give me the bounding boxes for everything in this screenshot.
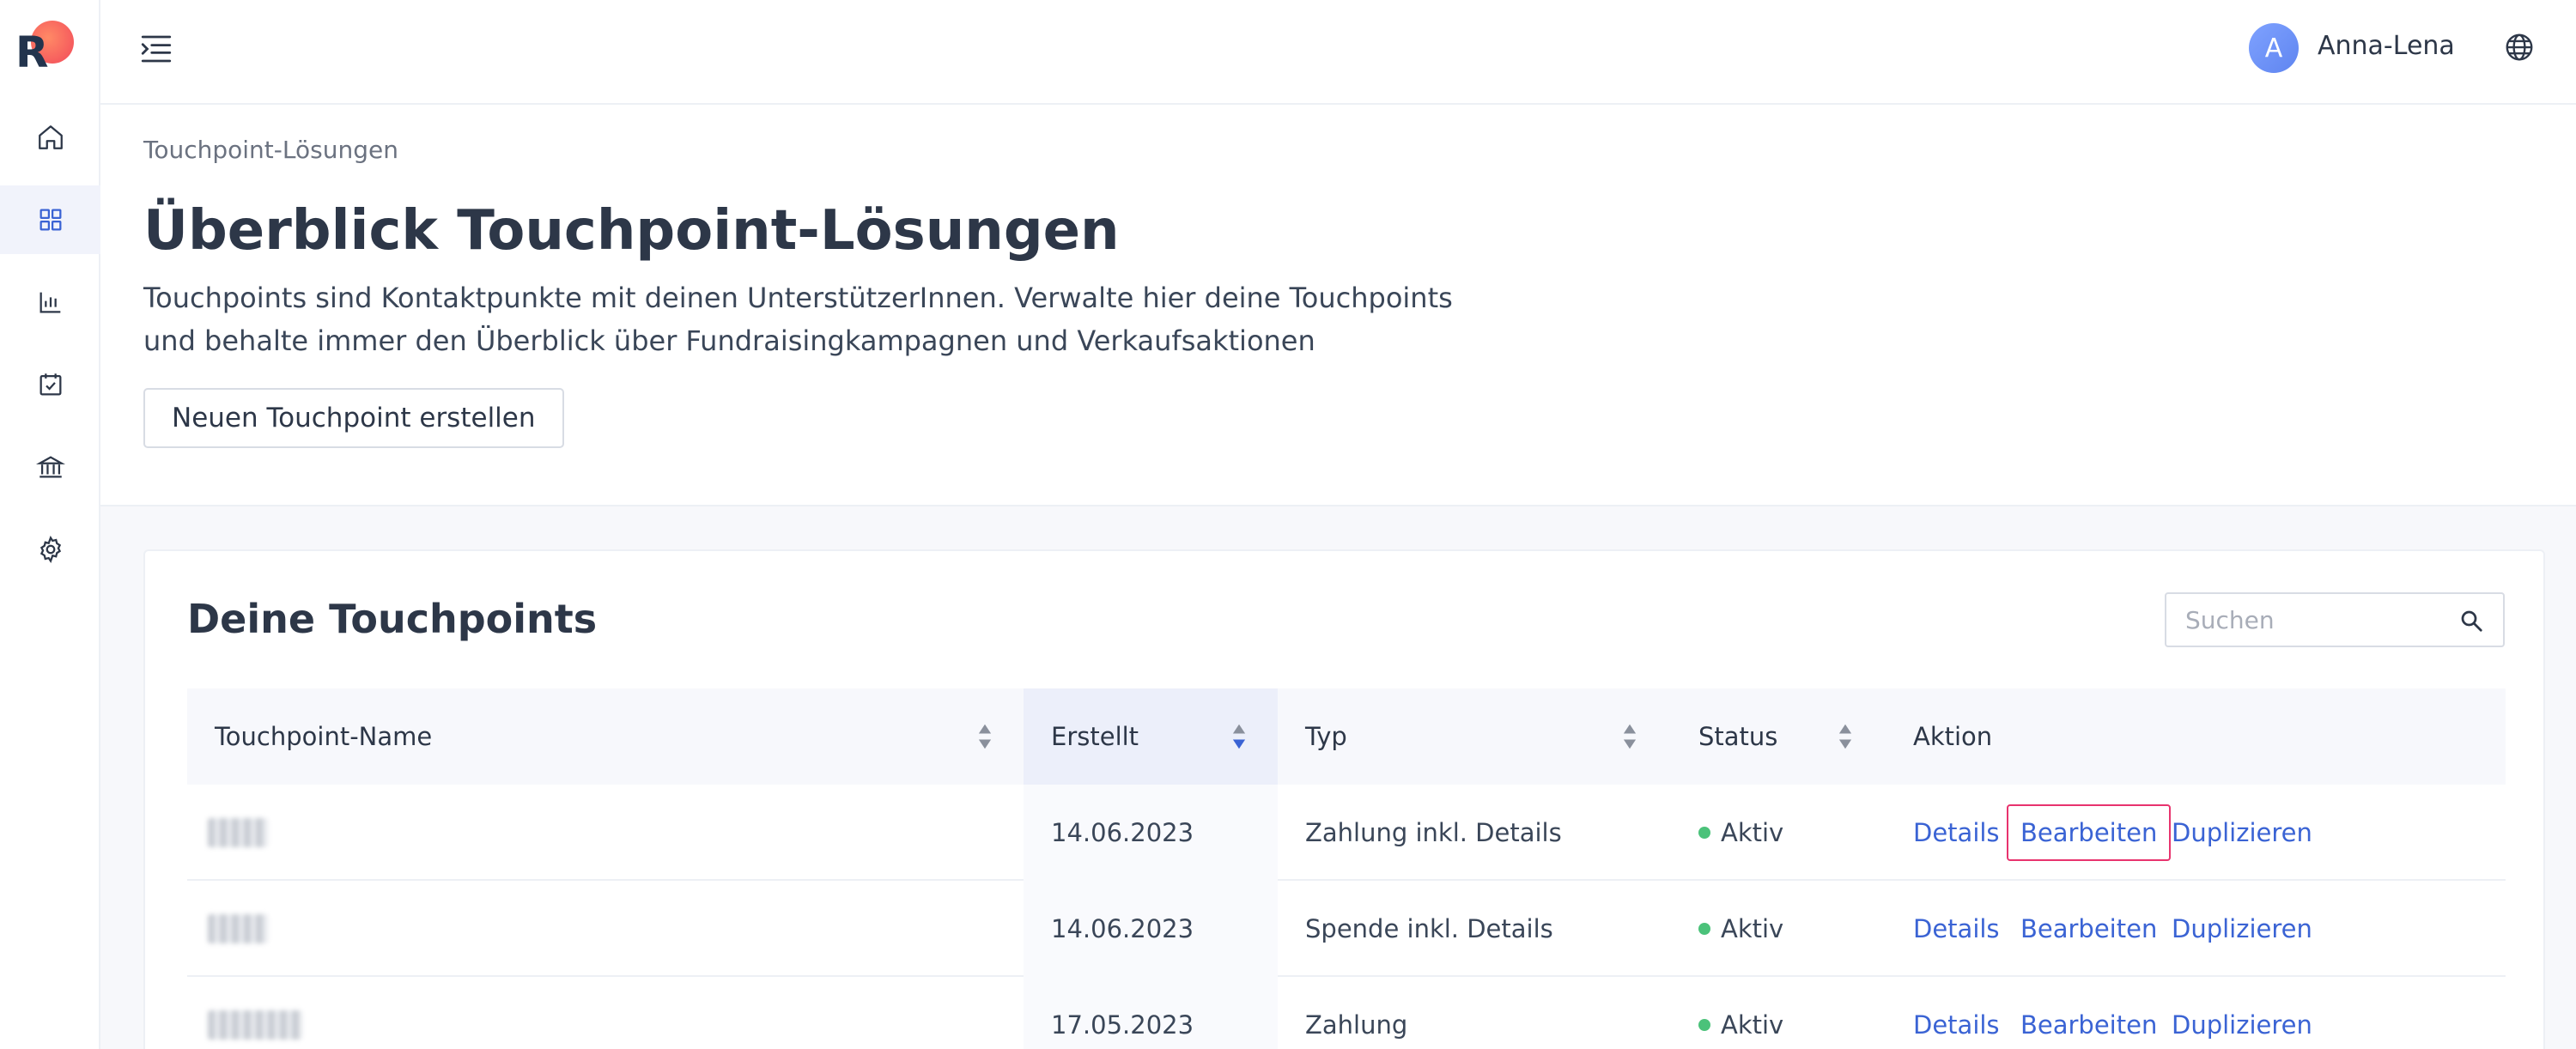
sidebar-item-touchpoints[interactable] — [0, 185, 100, 254]
calendar-check-icon — [39, 373, 61, 396]
duplicate-link[interactable]: Duplizieren — [2172, 1010, 2312, 1040]
duplicate-link-cell: Duplizieren — [2172, 977, 2312, 1049]
touchpoint-name-cell[interactable] — [208, 785, 268, 881]
column-header-action: Aktion — [1913, 722, 1993, 751]
grid-icon — [39, 209, 61, 231]
bar-chart-icon — [39, 292, 60, 313]
column-header-status[interactable]: Status — [1671, 688, 1886, 785]
avatar[interactable]: A — [2249, 23, 2299, 73]
sidebar-item-home[interactable] — [0, 103, 100, 172]
status-dot — [1698, 827, 1710, 839]
edit-link-cell: Bearbeiten — [2006, 785, 2172, 881]
search-input[interactable] — [2166, 594, 2458, 646]
status-dot — [1698, 1019, 1710, 1031]
table-row: 14.06.2023 Spende inkl. Details Aktiv De… — [187, 881, 2506, 977]
search-icon[interactable] — [2458, 608, 2484, 634]
new-touchpoint-button[interactable]: Neuen Touchpoint erstellen — [143, 388, 564, 448]
edit-link-cell: Bearbeiten — [2020, 881, 2157, 977]
column-header-type[interactable]: Typ — [1278, 688, 1671, 785]
status-cell: Aktiv — [1698, 881, 1783, 977]
sidebar-item-tasks[interactable] — [0, 350, 100, 419]
search-box — [2165, 592, 2505, 647]
card-title: Deine Touchpoints — [187, 596, 598, 642]
created-cell: 14.06.2023 — [1051, 914, 1194, 943]
redacted-name — [208, 914, 268, 943]
status-cell: Aktiv — [1698, 977, 1783, 1049]
touchpoint-name-cell[interactable] — [208, 881, 268, 977]
sort-icon[interactable] — [1838, 723, 1853, 750]
page-header: Touchpoint-Lösungen Überblick Touchpoint… — [100, 105, 2576, 506]
touchpoint-name-cell[interactable] — [208, 977, 302, 1049]
created-cell: 17.05.2023 — [1051, 1010, 1194, 1040]
sort-icon[interactable] — [1622, 723, 1637, 750]
status-label: Aktiv — [1721, 1010, 1784, 1040]
sidebar: R — [0, 0, 100, 1049]
page-description: Touchpoints sind Kontaktpunkte mit deine… — [143, 282, 1453, 357]
touchpoints-card: Deine Touchpoints Touchpoint-Name Erstel… — [143, 549, 2545, 1049]
edit-link-cell: Bearbeiten — [2020, 977, 2157, 1049]
status-cell: Aktiv — [1698, 785, 1783, 881]
created-cell: 14.06.2023 — [1051, 818, 1194, 847]
touchpoints-table: Touchpoint-Name Erstellt Typ Status Akti… — [187, 688, 2506, 1049]
sort-icon[interactable] — [977, 723, 993, 750]
home-icon — [38, 125, 63, 149]
bank-icon — [35, 456, 65, 478]
duplicate-link[interactable]: Duplizieren — [2172, 914, 2312, 943]
column-header-name[interactable]: Touchpoint-Name — [187, 688, 1024, 785]
sidebar-item-settings[interactable] — [0, 515, 100, 584]
status-dot — [1698, 923, 1710, 935]
gear-icon — [39, 536, 61, 563]
details-link-cell: Details — [1913, 785, 2000, 881]
topbar: A Anna-Lena — [100, 0, 2576, 105]
globe-icon[interactable] — [2503, 31, 2536, 64]
details-link[interactable]: Details — [1913, 914, 2000, 943]
type-cell: Zahlung inkl. Details — [1305, 818, 1562, 847]
duplicate-link-cell: Duplizieren — [2172, 881, 2312, 977]
status-label: Aktiv — [1721, 818, 1784, 847]
table-row: 14.06.2023 Zahlung inkl. Details Aktiv D… — [187, 785, 2506, 881]
logo[interactable]: R — [15, 19, 76, 77]
details-link-cell: Details — [1913, 977, 2000, 1049]
type-cell: Spende inkl. Details — [1305, 914, 1553, 943]
page-title: Überblick Touchpoint-Lösungen — [143, 199, 1120, 263]
duplicate-link-cell: Duplizieren — [2172, 785, 2312, 881]
menu-toggle-icon[interactable] — [138, 31, 174, 67]
edit-link[interactable]: Bearbeiten — [2020, 914, 2157, 943]
details-link[interactable]: Details — [1913, 818, 2000, 847]
breadcrumb[interactable]: Touchpoint-Lösungen — [143, 136, 398, 164]
sort-icon[interactable] — [1231, 723, 1247, 750]
duplicate-link[interactable]: Duplizieren — [2172, 818, 2312, 847]
edit-link[interactable]: Bearbeiten — [2020, 1010, 2157, 1040]
edit-link[interactable]: Bearbeiten — [2006, 804, 2172, 861]
table-header: Touchpoint-Name Erstellt Typ Status Akti… — [187, 688, 2506, 785]
status-label: Aktiv — [1721, 914, 1784, 943]
type-cell: Zahlung — [1305, 1010, 1408, 1040]
details-link[interactable]: Details — [1913, 1010, 2000, 1040]
logo-letter: R — [15, 27, 49, 77]
table-row: 17.05.2023 Zahlung Aktiv Details Bearbei… — [187, 977, 2506, 1049]
sidebar-item-statistics[interactable] — [0, 268, 100, 337]
username[interactable]: Anna-Lena — [2318, 31, 2455, 61]
redacted-name — [208, 1010, 302, 1040]
sidebar-item-bank[interactable] — [0, 433, 100, 501]
details-link-cell: Details — [1913, 881, 2000, 977]
redacted-name — [208, 818, 268, 847]
